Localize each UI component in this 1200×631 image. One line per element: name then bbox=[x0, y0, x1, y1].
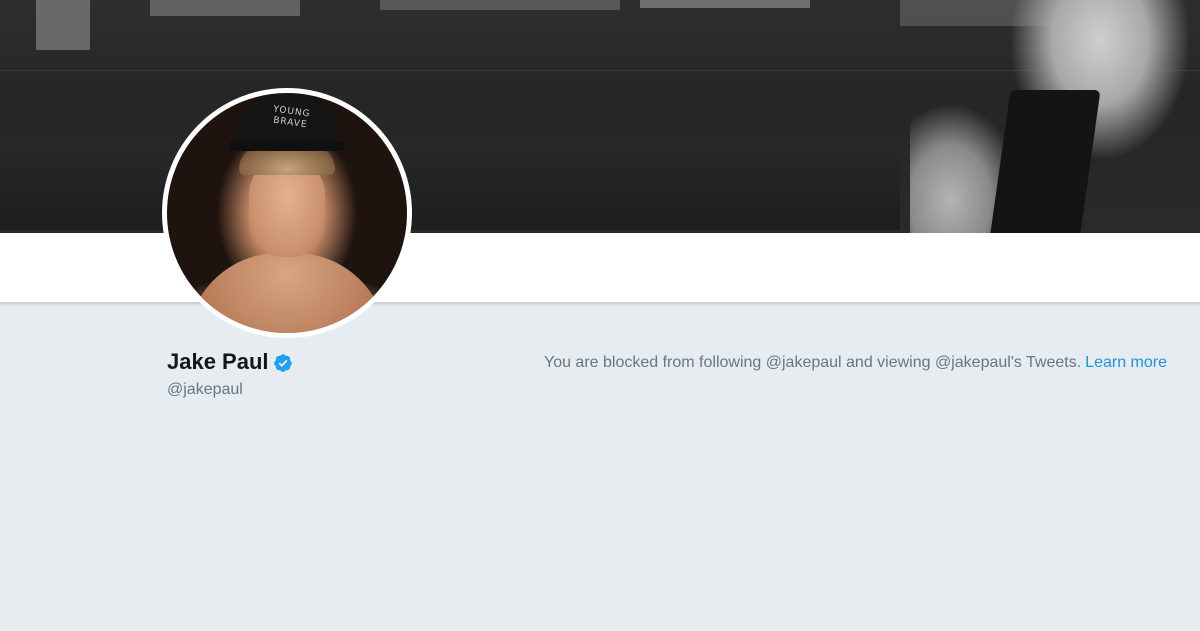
blocked-notice: You are blocked from following @jakepaul… bbox=[544, 353, 1167, 373]
profile-display-name[interactable]: Jake Paul bbox=[167, 348, 269, 376]
blocked-notice-text: You are blocked from following @jakepaul… bbox=[543, 354, 1082, 371]
verified-badge-icon bbox=[273, 353, 293, 373]
profile-handle[interactable]: @jakepaul bbox=[167, 380, 293, 400]
profile-page: YOUNG BRAVE Jake Paul @jakepaul You are … bbox=[0, 0, 1200, 631]
profile-name-block: Jake Paul @jakepaul bbox=[167, 348, 293, 400]
name-row: Jake Paul bbox=[167, 348, 293, 376]
profile-avatar[interactable]: YOUNG BRAVE bbox=[162, 88, 412, 338]
learn-more-link[interactable]: Learn more bbox=[1085, 354, 1167, 371]
